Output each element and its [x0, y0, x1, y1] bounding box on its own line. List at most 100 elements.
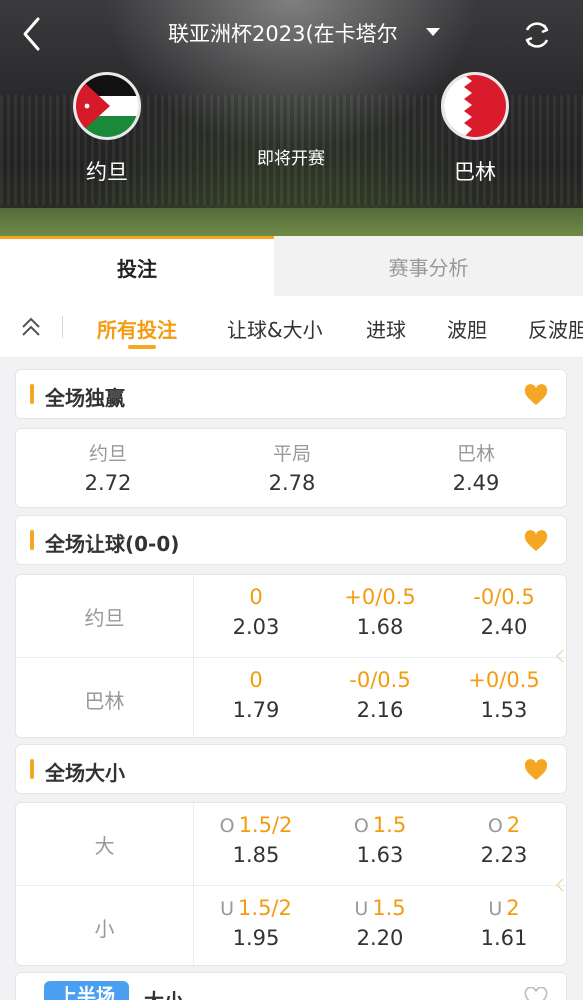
tab-match-analysis[interactable]: 赛事分析	[274, 236, 583, 296]
option-name: 巴林	[456, 443, 495, 465]
odd-cell[interactable]: U2 1.61	[442, 886, 566, 965]
line-prefix: O	[487, 815, 503, 837]
odd-price: 1.63	[356, 843, 404, 867]
section-header-fulltime-handicap[interactable]: 全场让球(0-0)	[15, 515, 567, 565]
filter-goals[interactable]: 进球	[366, 314, 406, 343]
odd-price: 2.40	[480, 615, 528, 639]
heart-icon[interactable]	[524, 384, 548, 406]
option-odd: 2.78	[268, 471, 316, 495]
line-prefix: U	[354, 898, 369, 920]
away-team[interactable]: 巴林	[420, 72, 530, 186]
odd-price: 2.20	[356, 926, 404, 950]
section-header-firsthalf-over-under[interactable]: 上半场 大小	[15, 972, 567, 1000]
refresh-icon	[525, 22, 549, 48]
home-team[interactable]: 约旦	[52, 72, 162, 186]
double-chevron-up-icon	[22, 317, 40, 336]
jordan-flag-icon	[73, 72, 141, 140]
chevron-left-icon[interactable]	[556, 878, 564, 892]
heart-icon[interactable]	[524, 759, 548, 781]
odd-cell[interactable]: U 1.5/2 1.95	[194, 886, 318, 965]
odd-price: 1.61	[480, 926, 528, 950]
total-line: O2	[442, 813, 566, 837]
collapse-button[interactable]	[18, 314, 44, 340]
odd-price: 1.68	[356, 615, 404, 639]
filter-all-bets[interactable]: 所有投注	[97, 314, 177, 343]
handicap-line: 0	[249, 585, 263, 609]
line-prefix: U	[488, 898, 503, 920]
odd-price: 1.53	[480, 698, 528, 722]
odd-option-away[interactable]: 巴林 2.49	[384, 429, 566, 507]
handicap-line: +0/0.5	[344, 585, 416, 609]
caret-down-icon[interactable]	[426, 28, 440, 36]
chevron-left-icon[interactable]	[556, 649, 564, 663]
home-team-name: 约旦	[86, 160, 128, 184]
section-title: 全场大小	[45, 761, 125, 785]
line-prefix: O	[353, 815, 369, 837]
match-status: 即将开赛	[257, 149, 325, 169]
total-line: U2	[442, 896, 566, 920]
section-title: 全场独赢	[45, 386, 125, 410]
market-filter-bar: 所有投注 让球&大小 进球 波胆 反波胆	[0, 296, 583, 358]
under-row: 小 U 1.5/2 1.95 U 1.5 2.20 U2 1.61	[16, 885, 566, 965]
refresh-button[interactable]	[520, 18, 554, 52]
row-label: 大	[16, 803, 194, 885]
section-accent-bar	[30, 530, 34, 550]
odd-price: 2.03	[232, 615, 280, 639]
odd-cell[interactable]: 0 1.79	[194, 658, 318, 737]
line-value: 1.5	[372, 813, 407, 837]
option-odd: 2.72	[84, 471, 132, 495]
handicap-row-away: 巴林 0 1.79 -0/0.5 2.16 +0/0.5 1.53	[16, 657, 566, 737]
option-name: 约旦	[88, 443, 127, 465]
odd-option-home[interactable]: 约旦 2.72	[16, 429, 200, 507]
back-button[interactable]	[18, 14, 48, 54]
odd-cell[interactable]: +0/0.5 1.68	[318, 575, 442, 657]
league-title: 联亚洲杯2023(在卡塔尔	[168, 22, 398, 46]
chevron-left-icon	[23, 17, 40, 51]
fulltime-over-under-card: 大 O 1.5/2 1.85 O 1.5 1.63 O2 2.23 小 U 1.5/2…	[15, 802, 567, 966]
row-team: 巴林	[16, 658, 194, 737]
tab-betting[interactable]: 投注	[0, 236, 274, 296]
handicap-line: 0	[249, 668, 263, 692]
odd-price: 1.95	[232, 926, 280, 950]
league-selector[interactable]: 联亚洲杯2023(在卡塔尔	[168, 16, 448, 50]
odd-cell[interactable]: 0 2.03	[194, 575, 318, 657]
fulltime-1x2-card: 约旦 2.72 平局 2.78 巴林 2.49	[15, 428, 567, 508]
section-header-fulltime-over-under[interactable]: 全场大小	[15, 744, 567, 794]
handicap-line: -0/0.5	[473, 585, 535, 609]
odd-cell[interactable]: -0/0.5 2.40	[442, 575, 566, 657]
handicap-line: -0/0.5	[349, 668, 411, 692]
section-header-fulltime-1x2[interactable]: 全场独赢	[15, 369, 567, 419]
odd-cell[interactable]: -0/0.5 2.16	[318, 658, 442, 737]
odd-cell[interactable]: O2 2.23	[442, 803, 566, 885]
odd-cell[interactable]: O 1.5/2 1.85	[194, 803, 318, 885]
line-value: 1.5	[372, 896, 406, 920]
active-filter-indicator	[128, 345, 156, 349]
handicap-row-home: 约旦 0 2.03 +0/0.5 1.68 -0/0.5 2.40	[16, 575, 566, 657]
odd-cell[interactable]: U 1.5 2.20	[318, 886, 442, 965]
heart-icon[interactable]	[524, 530, 548, 552]
section-accent-bar	[30, 384, 34, 404]
filter-reverse-correct-score[interactable]: 反波胆	[528, 314, 583, 343]
total-line: U 1.5	[318, 896, 442, 920]
odd-cell[interactable]: O 1.5 1.63	[318, 803, 442, 885]
away-team-name: 巴林	[454, 160, 496, 184]
section-title: 大小	[144, 985, 184, 1000]
filter-correct-score[interactable]: 波胆	[447, 314, 487, 343]
handicap-line: +0/0.5	[468, 668, 540, 692]
fulltime-handicap-card: 约旦 0 2.03 +0/0.5 1.68 -0/0.5 2.40 巴林 0 1…	[15, 574, 567, 738]
odd-price: 2.16	[356, 698, 404, 722]
option-odd: 2.49	[452, 471, 500, 495]
heart-icon[interactable]	[524, 987, 548, 1000]
line-value: 2	[506, 813, 521, 837]
odd-option-draw[interactable]: 平局 2.78	[200, 429, 384, 507]
first-half-tag: 上半场	[44, 981, 130, 1000]
pitch-background	[0, 208, 583, 236]
odd-price: 2.23	[480, 843, 528, 867]
filter-handicap-ou[interactable]: 让球&大小	[227, 314, 323, 343]
odd-price: 1.79	[232, 698, 280, 722]
section-accent-bar	[30, 759, 34, 779]
option-name: 平局	[272, 443, 311, 465]
odd-cell[interactable]: +0/0.5 1.53	[442, 658, 566, 737]
over-row: 大 O 1.5/2 1.85 O 1.5 1.63 O2 2.23	[16, 803, 566, 885]
line-value: 1.5/2	[238, 813, 293, 837]
